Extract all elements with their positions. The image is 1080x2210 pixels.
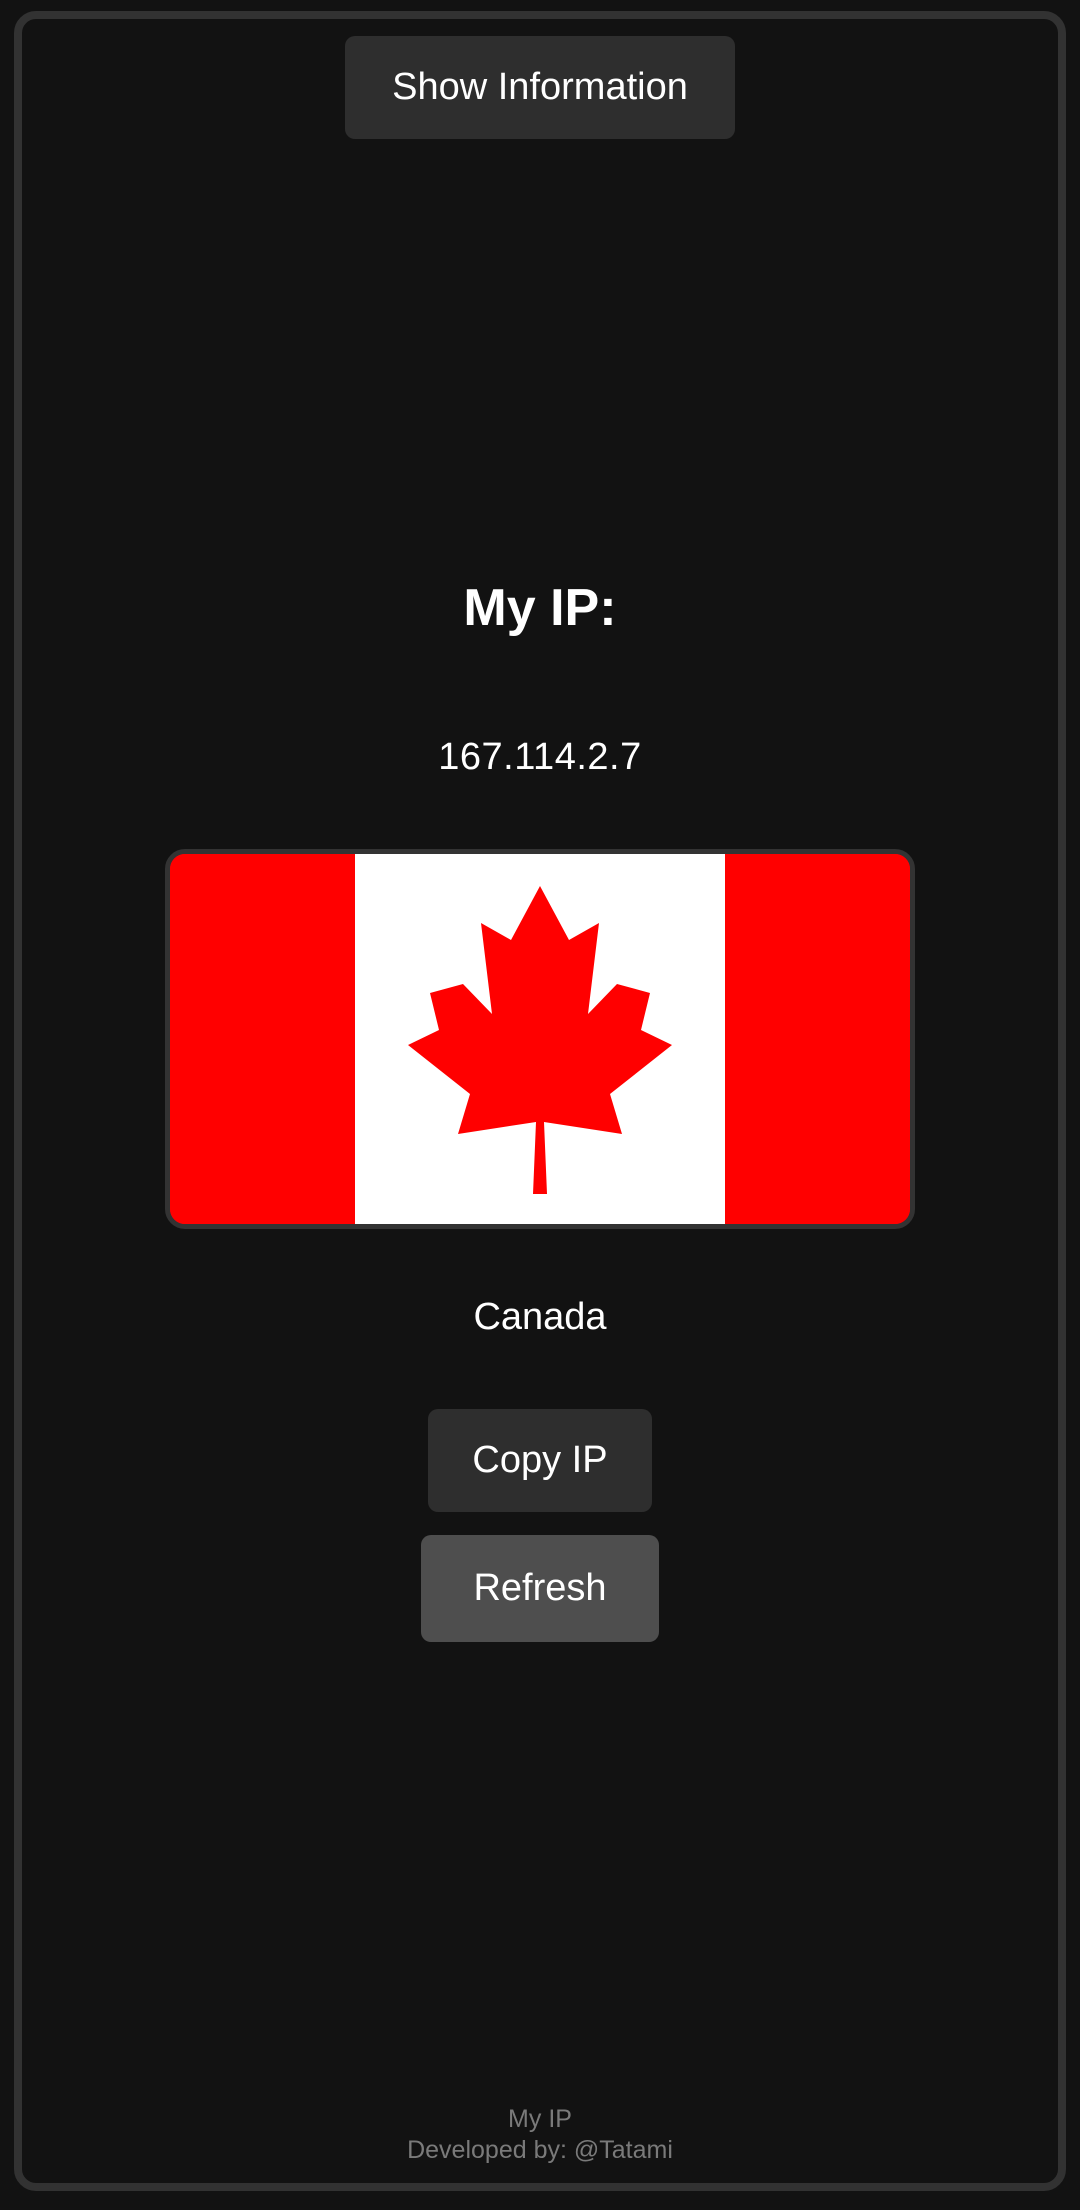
flag-graphic — [170, 854, 910, 1224]
canada-flag-icon — [165, 849, 915, 1229]
ip-address-value: 167.114.2.7 — [438, 736, 642, 778]
page-title: My IP: — [463, 579, 617, 637]
show-information-button[interactable]: Show Information — [345, 36, 735, 139]
country-name: Canada — [473, 1296, 607, 1338]
footer-app-name: My IP — [508, 2105, 572, 2133]
copy-ip-button[interactable]: Copy IP — [428, 1409, 652, 1512]
refresh-button[interactable]: Refresh — [421, 1535, 659, 1642]
footer: My IP Developed by: @Tatami — [0, 2104, 1080, 2166]
footer-credit: Developed by: @Tatami — [407, 2136, 673, 2164]
